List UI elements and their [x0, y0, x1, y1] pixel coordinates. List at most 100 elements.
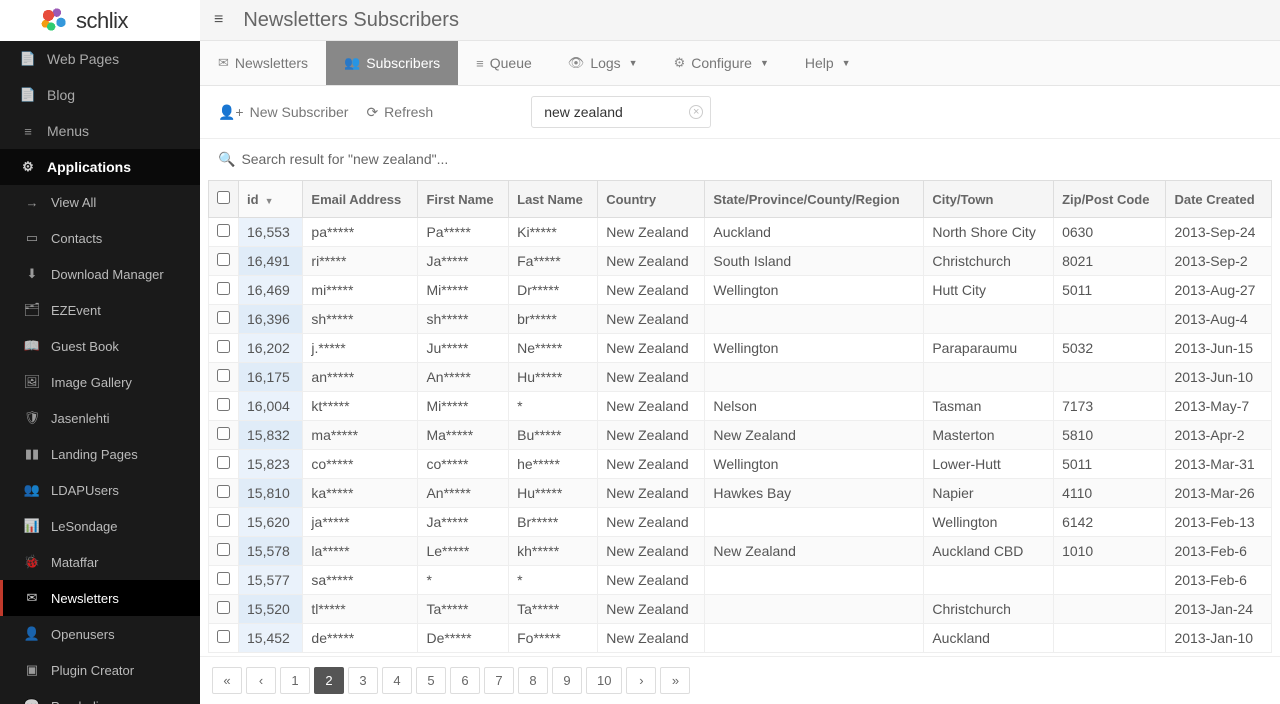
row-checkbox[interactable]	[217, 456, 230, 469]
sidebar-item-guest-book[interactable]: 📖Guest Book	[0, 328, 200, 364]
sidebar-item-contacts[interactable]: ▭Contacts	[0, 220, 200, 256]
row-checkbox[interactable]	[217, 369, 230, 382]
sidebar-item-lesondage[interactable]: 📊 LeSondage	[0, 508, 200, 544]
tab-queue[interactable]: ≡Queue	[458, 41, 550, 85]
cell-country: New Zealand	[598, 218, 705, 247]
row-checkbox[interactable]	[217, 311, 230, 324]
cell-zip: 5032	[1054, 334, 1166, 363]
cell-first-name: Pa*****	[418, 218, 509, 247]
tab-configure[interactable]: ⚙Configure▼	[656, 41, 787, 85]
new-subscriber-button[interactable]: 👤+ New Subscriber	[218, 104, 348, 121]
sidebar-label: Contacts	[51, 231, 102, 246]
table-row[interactable]: 16,491 ri***** Ja***** Fa***** New Zeala…	[209, 247, 1272, 276]
sidebar-item-jasenlehti[interactable]: 🛡Jasenlehti	[0, 400, 200, 436]
table-row[interactable]: 15,520 tl***** Ta***** Ta***** New Zeala…	[209, 595, 1272, 624]
table-row[interactable]: 15,823 co***** co***** he***** New Zeala…	[209, 450, 1272, 479]
sidebar-label: LeSondage	[51, 519, 118, 534]
page-3[interactable]: 3	[348, 667, 378, 694]
row-checkbox[interactable]	[217, 398, 230, 411]
refresh-button[interactable]: ⟳ Refresh	[366, 104, 433, 121]
sidebar-item-blog[interactable]: 📄Blog	[0, 77, 200, 113]
sidebar-item-landing-pages[interactable]: ▮▮Landing Pages	[0, 436, 200, 472]
clear-search-icon[interactable]: ×	[689, 105, 703, 119]
sidebar-item-web-pages[interactable]: 📄Web Pages	[0, 41, 200, 77]
column-header-first-name[interactable]: First Name	[418, 181, 509, 218]
row-checkbox[interactable]	[217, 253, 230, 266]
page-first[interactable]: «	[212, 667, 242, 694]
cell-email: ka*****	[303, 479, 418, 508]
page-9[interactable]: 9	[552, 667, 582, 694]
page-last[interactable]: »	[660, 667, 690, 694]
cell-first-name: Ma*****	[418, 421, 509, 450]
cell-first-name: *	[418, 566, 509, 595]
tab-logs[interactable]: 👁Logs▼	[550, 41, 656, 85]
row-checkbox[interactable]	[217, 224, 230, 237]
table-row[interactable]: 16,004 kt***** Mi***** * New Zealand Nel…	[209, 392, 1272, 421]
cell-email: mi*****	[303, 276, 418, 305]
table-row[interactable]: 15,578 la***** Le***** kh***** New Zeala…	[209, 537, 1272, 566]
sidebar-item-view-all[interactable]: →View All	[0, 185, 200, 220]
cell-city	[924, 566, 1054, 595]
sidebar-item-newsletters[interactable]: ✉Newsletters	[0, 580, 200, 616]
sidebar-item-openusers[interactable]: 👤Openusers	[0, 616, 200, 652]
column-header-email-address[interactable]: Email Address	[303, 181, 418, 218]
page-7[interactable]: 7	[484, 667, 514, 694]
column-header-city-town[interactable]: City/Town	[924, 181, 1054, 218]
sidebar-item-applications[interactable]: ⚙Applications	[0, 149, 200, 185]
row-checkbox[interactable]	[217, 572, 230, 585]
row-checkbox[interactable]	[217, 543, 230, 556]
table-row[interactable]: 16,175 an***** An***** Hu***** New Zeala…	[209, 363, 1272, 392]
page-8[interactable]: 8	[518, 667, 548, 694]
column-header-state-province-county-region[interactable]: State/Province/County/Region	[705, 181, 924, 218]
cell-city: Napier	[924, 479, 1054, 508]
table-row[interactable]: 15,452 de***** De***** Fo***** New Zeala…	[209, 624, 1272, 653]
page-1[interactable]: 1	[280, 667, 310, 694]
cell-state	[705, 305, 924, 334]
column-header-date-created[interactable]: Date Created	[1166, 181, 1272, 218]
sidebar-item-ezevent[interactable]: 🗂EZEvent	[0, 292, 200, 328]
row-checkbox[interactable]	[217, 601, 230, 614]
page-2[interactable]: 2	[314, 667, 344, 694]
column-header-id[interactable]: id▼	[239, 181, 303, 218]
tab-help[interactable]: Help▼	[787, 41, 869, 85]
page-next[interactable]: ›	[626, 667, 656, 694]
page-4[interactable]: 4	[382, 667, 412, 694]
page-6[interactable]: 6	[450, 667, 480, 694]
sidebar-item-pregledi[interactable]: 💬Pregledi	[0, 688, 200, 704]
column-header-country[interactable]: Country	[598, 181, 705, 218]
main-content: ✉Newsletters👥Subscribers≡Queue👁Logs▼⚙Con…	[200, 41, 1280, 704]
sidebar-icon: ✉	[23, 590, 41, 606]
sidebar-item-plugin-creator[interactable]: ▣Plugin Creator	[0, 652, 200, 688]
table-row[interactable]: 16,202 j.***** Ju***** Ne***** New Zeala…	[209, 334, 1272, 363]
sidebar-item-download-manager[interactable]: ⬇Download Manager	[0, 256, 200, 292]
table-row[interactable]: 16,396 sh***** sh***** br***** New Zeala…	[209, 305, 1272, 334]
page-10[interactable]: 10	[586, 667, 622, 694]
page-5[interactable]: 5	[416, 667, 446, 694]
hamburger-icon[interactable]: ≡	[214, 11, 223, 29]
page-prev[interactable]: ‹	[246, 667, 276, 694]
table-row[interactable]: 15,832 ma***** Ma***** Bu***** New Zeala…	[209, 421, 1272, 450]
row-checkbox[interactable]	[217, 427, 230, 440]
column-header-zip-post-code[interactable]: Zip/Post Code	[1054, 181, 1166, 218]
column-header-last-name[interactable]: Last Name	[509, 181, 598, 218]
tab-newsletters[interactable]: ✉Newsletters	[200, 41, 326, 85]
search-input[interactable]	[531, 96, 711, 128]
sidebar-label: EZEvent	[51, 303, 101, 318]
sidebar-item-mataffar[interactable]: 🐞Mataffar	[0, 544, 200, 580]
row-checkbox[interactable]	[217, 340, 230, 353]
row-checkbox[interactable]	[217, 485, 230, 498]
sidebar-item-menus[interactable]: ≡Menus	[0, 113, 200, 149]
table-row[interactable]: 15,810 ka***** An***** Hu***** New Zeala…	[209, 479, 1272, 508]
table-row[interactable]: 15,577 sa***** * * New Zealand 2013-Feb-…	[209, 566, 1272, 595]
sidebar-item-image-gallery[interactable]: 🖼Image Gallery	[0, 364, 200, 400]
tab-subscribers[interactable]: 👥Subscribers	[326, 41, 458, 85]
table-row[interactable]: 16,469 mi***** Mi***** Dr***** New Zeala…	[209, 276, 1272, 305]
sidebar-item-ldapusers[interactable]: 👥LDAPUsers	[0, 472, 200, 508]
table-row[interactable]: 16,553 pa***** Pa***** Ki***** New Zeala…	[209, 218, 1272, 247]
row-checkbox[interactable]	[217, 514, 230, 527]
table-row[interactable]: 15,620 ja***** Ja***** Br***** New Zeala…	[209, 508, 1272, 537]
row-checkbox[interactable]	[217, 282, 230, 295]
row-checkbox[interactable]	[217, 630, 230, 643]
select-all-checkbox[interactable]	[217, 191, 230, 204]
sidebar-icon: 📊	[23, 518, 41, 534]
